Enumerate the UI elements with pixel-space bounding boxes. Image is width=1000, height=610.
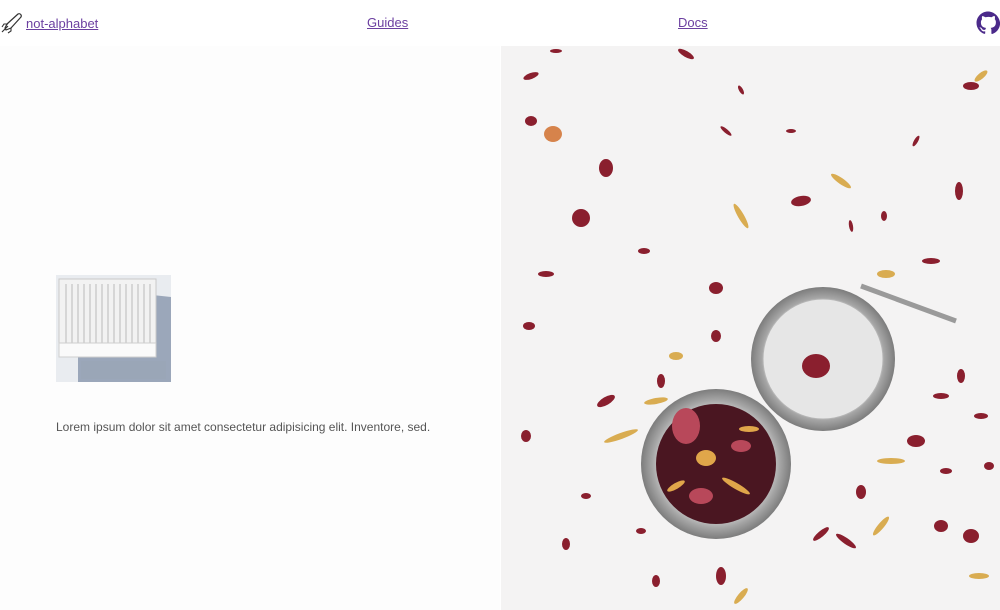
github-icon [976,11,1000,39]
brand-label: not-alphabet [26,15,99,31]
rocket-icon [0,12,24,34]
nav-link-guides[interactable]: Guides [367,15,408,30]
github-link[interactable] [976,11,1000,35]
hero-image [501,46,1000,610]
brand-link[interactable]: not-alphabet [0,11,98,35]
nav-link-docs[interactable]: Docs [678,15,708,30]
description-text: Lorem ipsum dolor sit amet consectetur a… [56,420,431,434]
top-navigation: not-alphabet Guides Docs [0,0,1000,46]
thumbnail-image [56,275,171,382]
